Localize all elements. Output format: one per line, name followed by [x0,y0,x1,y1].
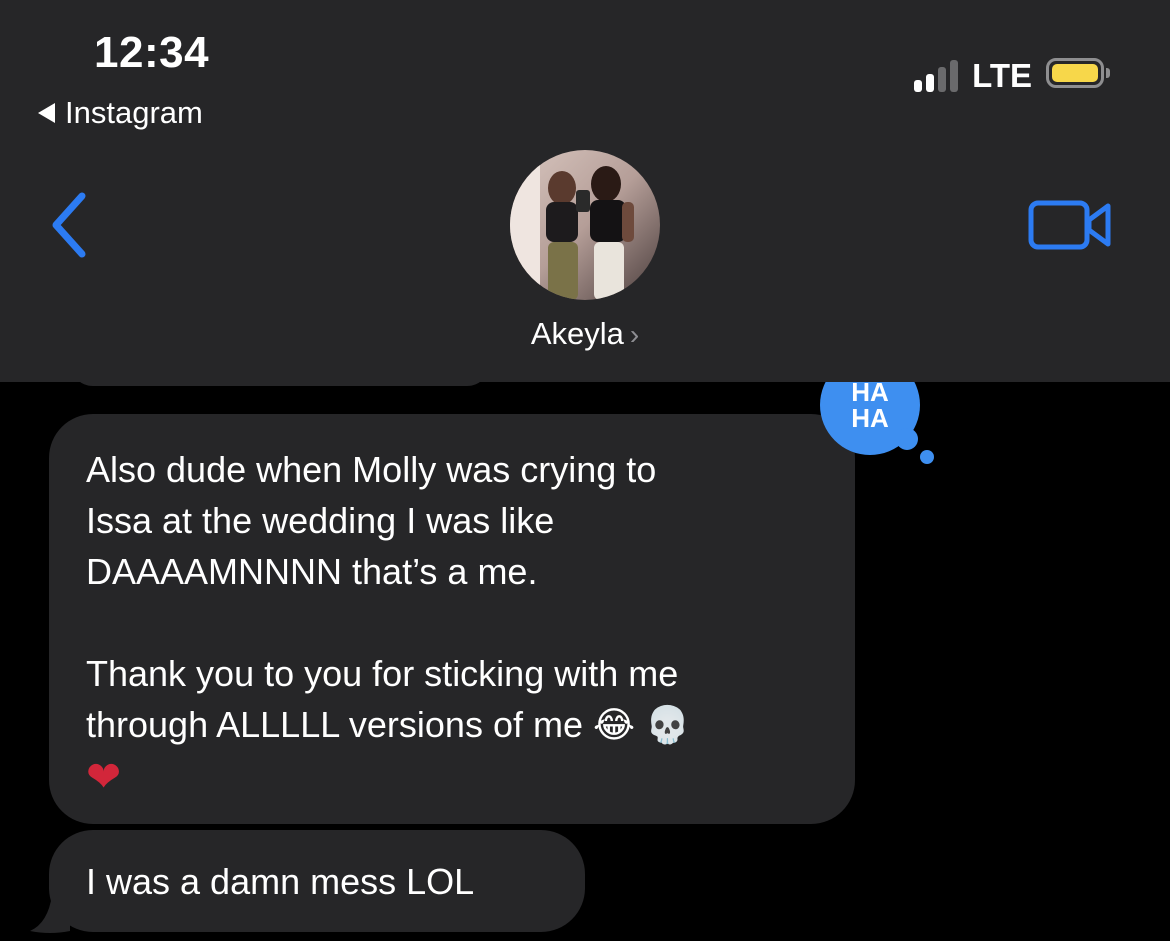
network-type: LTE [972,57,1032,94]
status-time: 12:34 [94,28,210,77]
status-indicators: LTE [914,56,1110,96]
tapback-label-2: HA [851,403,889,433]
cellular-signal-icon [914,60,959,92]
message-line: Thank you to you for sticking with me [86,653,679,694]
message-line-text: through ALLLLL versions of me [86,704,583,745]
message-bubble[interactable]: I was a damn mess LOL [49,830,585,932]
contact-name-link[interactable]: Akeyla › [0,316,1170,352]
back-app-label: Instagram [65,95,203,130]
back-triangle-icon [38,103,55,123]
chevron-right-icon: › [629,319,640,350]
message-line: Issa at the wedding I was like [86,500,555,541]
contact-name: Akeyla [530,316,624,351]
video-camera-icon[interactable] [1028,198,1112,252]
message-bubble[interactable]: Also dude when Molly was crying to Issa … [49,414,855,824]
message-line: through ALLLLL versions of me 😂 💀 [86,699,825,751]
skull-emoji: 💀 [645,705,690,746]
screen: HA HA Also dude when Molly was crying to… [0,0,1170,941]
message-line: DAAAAMNNNN that’s a me. [86,551,538,592]
tears-of-joy-emoji: 😂 [593,705,636,746]
battery-icon [1046,58,1110,94]
chevron-left-icon[interactable] [46,190,94,260]
bubble-tail [30,895,70,933]
message-line: Also dude when Molly was crying to [86,449,657,490]
conversation-header: 12:34 Instagram LTE Akeyla › [0,0,1170,382]
message-line: ❤ [86,751,825,804]
contact-avatar[interactable] [510,150,660,300]
back-to-app-link[interactable]: Instagram [38,93,203,133]
red-heart-emoji: ❤ [86,752,122,801]
message-text: I was a damn mess LOL [86,861,475,902]
